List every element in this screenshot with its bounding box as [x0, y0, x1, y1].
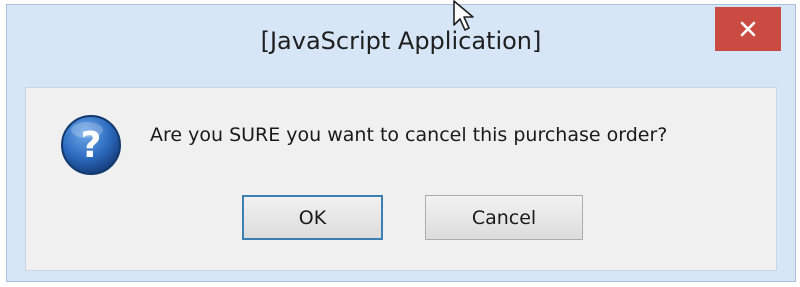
cancel-button-label: Cancel	[471, 206, 537, 229]
dialog-message: Are you SURE you want to cancel this pur…	[150, 124, 668, 146]
close-icon	[740, 21, 756, 37]
dialog-body: ? Are you SURE you want to cancel this p…	[25, 87, 777, 271]
dialog-window: [JavaScript Application] ? Are you SURE …	[6, 4, 796, 282]
svg-text:?: ?	[81, 125, 102, 166]
close-button[interactable]	[715, 7, 781, 51]
question-icon: ?	[61, 115, 121, 175]
title-bar[interactable]: [JavaScript Application]	[7, 5, 795, 87]
dialog-title: [JavaScript Application]	[260, 27, 542, 55]
mouse-pointer-icon	[453, 0, 474, 31]
cancel-button[interactable]: Cancel	[425, 195, 583, 240]
ok-button-label: OK	[298, 206, 327, 229]
ok-button[interactable]: OK	[242, 195, 383, 240]
